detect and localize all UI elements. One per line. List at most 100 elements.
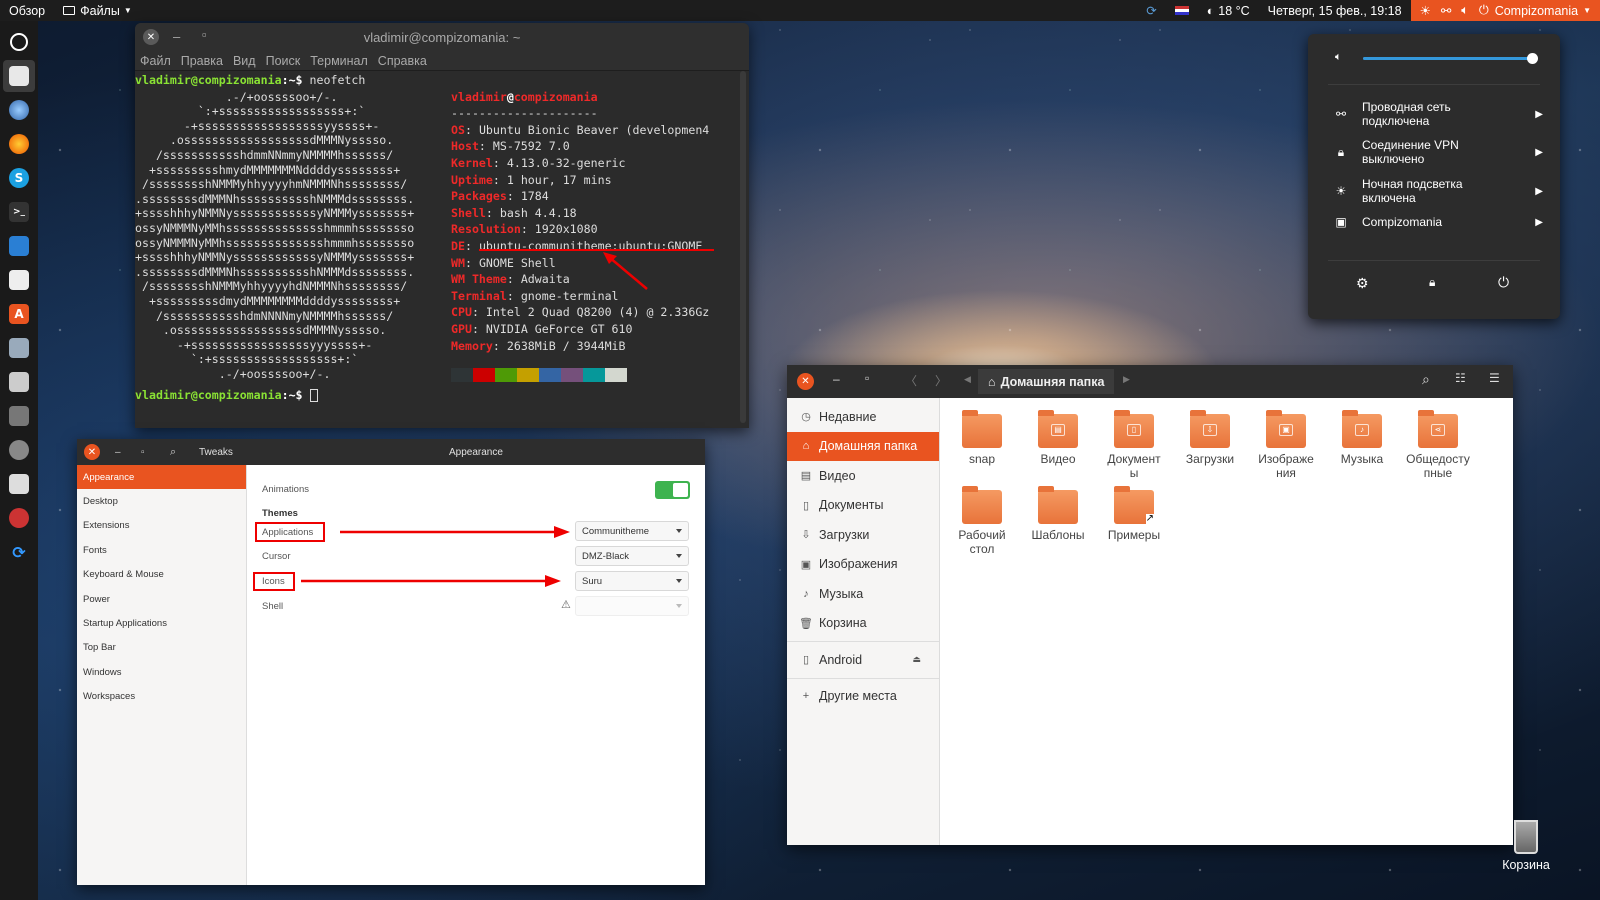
- forward-button[interactable]: 〉: [935, 372, 947, 389]
- sidebar-item-documents[interactable]: ▯ Документы: [787, 491, 939, 521]
- cursor-combo[interactable]: DMZ-Black: [575, 546, 689, 566]
- files-headerbar[interactable]: ✕ – ▫ 〈 〉 ◀ ⌂ Домашняя папка ▶ ⌕ ☷ ☰: [787, 365, 1513, 398]
- app-indicator-icon[interactable]: ⟳: [1137, 0, 1165, 21]
- search-icon[interactable]: ⌕: [1422, 371, 1430, 388]
- shell-combo[interactable]: [575, 596, 689, 616]
- terminal-menu-view[interactable]: Вид: [228, 54, 261, 68]
- applications-combo[interactable]: Communitheme: [575, 521, 689, 541]
- sidebar-item-fonts[interactable]: Fonts: [77, 538, 246, 562]
- clock[interactable]: Четверг, 15 фев., 19:18: [1259, 0, 1411, 21]
- dock-image-viewer[interactable]: [3, 332, 35, 364]
- search-icon[interactable]: ⌕: [170, 446, 176, 459]
- terminal-menu-search[interactable]: Поиск: [261, 54, 306, 68]
- file-item[interactable]: ♪МузыкаМузыка: [1326, 410, 1398, 466]
- sidebar-item-music[interactable]: ♪ Музыка: [787, 579, 939, 609]
- dock-browser[interactable]: [3, 94, 35, 126]
- icons-combo[interactable]: Suru: [575, 571, 689, 591]
- volume-slider-knob[interactable]: [1527, 53, 1538, 64]
- terminal-output[interactable]: vladimir@compizomania:~$ neofetch .-/+oo…: [135, 71, 749, 402]
- dock-terminal[interactable]: >_: [3, 196, 35, 228]
- system-menu-item[interactable]: ☀ Ночная подсветка включена ▶: [1333, 177, 1543, 205]
- close-button[interactable]: ✕: [84, 444, 100, 460]
- terminal-titlebar[interactable]: ✕ – ▫ vladimir@compizomania: ~: [135, 23, 749, 51]
- sidebar-item-appearance[interactable]: Appearance: [77, 465, 246, 490]
- path-left-arrow[interactable]: ◀: [964, 374, 971, 385]
- maximize-button[interactable]: ▫: [865, 371, 869, 385]
- dock-ubuntu-logo[interactable]: [3, 26, 35, 58]
- file-item[interactable]: ⋖ОбщедоступныеОбщедоступные: [1402, 410, 1474, 480]
- dock-compiz[interactable]: ⟳: [3, 536, 35, 568]
- sidebar-item-recent[interactable]: ◷ Недавние: [787, 402, 939, 432]
- file-item[interactable]: Рабочий столРабочийстол: [946, 486, 1018, 556]
- close-button[interactable]: ✕: [143, 29, 159, 45]
- terminal-scrollbar[interactable]: [740, 71, 746, 423]
- desktop-trash[interactable]: Корзина: [1500, 820, 1552, 872]
- minimize-button[interactable]: –: [115, 447, 121, 458]
- lock-button[interactable]: 🔒︎: [1429, 275, 1435, 290]
- sidebar-item-videos[interactable]: ▤ Видео: [787, 461, 939, 491]
- eject-icon[interactable]: ⏏: [912, 654, 921, 665]
- keyboard-layout-icon[interactable]: [1166, 0, 1198, 21]
- dock-skype[interactable]: S: [3, 162, 35, 194]
- sidebar-item-workspaces[interactable]: Workspaces: [77, 685, 246, 709]
- maximize-button[interactable]: ▫: [202, 27, 207, 42]
- dock-files[interactable]: [3, 60, 35, 92]
- sidebar-item-startup[interactable]: Startup Applications: [77, 611, 246, 635]
- info-key: Terminal: [451, 288, 507, 303]
- sidebar-item-windows[interactable]: Windows: [77, 660, 246, 684]
- sidebar-item-pictures[interactable]: ▣ Изображения: [787, 550, 939, 580]
- terminal-menu-file[interactable]: Файл: [135, 54, 176, 68]
- file-item[interactable]: snapsnap: [946, 410, 1018, 466]
- sidebar-item-extensions[interactable]: Extensions: [77, 514, 246, 538]
- terminal-menu-edit[interactable]: Правка: [176, 54, 228, 68]
- file-item[interactable]: ▣ИзображенияИзображения: [1250, 410, 1322, 480]
- activities-button[interactable]: Обзор: [0, 0, 54, 21]
- tweaks-headerbar[interactable]: ✕ – ▫ ⌕ Tweaks Appearance: [77, 439, 705, 465]
- sidebar-item-power[interactable]: Power: [77, 587, 246, 611]
- sidebar-item-keyboard-mouse[interactable]: Keyboard & Mouse: [77, 563, 246, 587]
- dock-app[interactable]: [3, 468, 35, 500]
- dock-text-editor[interactable]: [3, 264, 35, 296]
- sidebar-item-home[interactable]: ⌂ Домашняя папка: [787, 431, 939, 461]
- dock-firefox[interactable]: [3, 128, 35, 160]
- path-bar-current[interactable]: ⌂ Домашняя папка: [978, 369, 1115, 394]
- system-menu-button[interactable]: ☀ ⚯ 🔈︎ ⏻ Compizomania ▼: [1410, 0, 1600, 21]
- dock-camera[interactable]: [3, 400, 35, 432]
- power-off-button[interactable]: ⏻: [1498, 274, 1509, 291]
- sidebar-item-top-bar[interactable]: Top Bar: [77, 636, 246, 660]
- terminal-menu-help[interactable]: Справка: [373, 54, 432, 68]
- path-right-arrow[interactable]: ▶: [1123, 374, 1130, 385]
- system-menu-item[interactable]: 🔒︎ Соединение VPN выключено ▶: [1333, 138, 1543, 166]
- file-item[interactable]: ↗ПримерыПримеры: [1098, 486, 1170, 542]
- app-menu[interactable]: Файлы ▼: [54, 0, 141, 21]
- back-button[interactable]: 〈: [905, 372, 917, 389]
- sidebar-item-other-places[interactable]: + Другие места: [787, 682, 939, 712]
- dock-software[interactable]: A: [3, 298, 35, 330]
- maximize-button[interactable]: ▫: [141, 447, 145, 458]
- sidebar-item-android[interactable]: ▯ Android ⏏: [787, 645, 939, 675]
- sidebar-item-desktop[interactable]: Desktop: [77, 489, 246, 513]
- volume-slider[interactable]: [1363, 53, 1538, 64]
- dock-screenshot[interactable]: [3, 366, 35, 398]
- hamburger-menu-icon[interactable]: ☰: [1489, 371, 1500, 385]
- minimize-button[interactable]: –: [833, 372, 840, 386]
- dock-update[interactable]: [3, 502, 35, 534]
- file-item[interactable]: ⇩ЗагрузкиЗагрузки: [1174, 410, 1246, 466]
- file-item[interactable]: ШаблоныШаблоны: [1022, 486, 1094, 542]
- system-menu-item[interactable]: ▣ Compizomania ▶: [1333, 215, 1543, 229]
- view-list-icon[interactable]: ☷: [1455, 371, 1466, 385]
- sidebar-item-downloads[interactable]: ⇩ Загрузки: [787, 520, 939, 550]
- dock-writer[interactable]: [3, 230, 35, 262]
- minimize-button[interactable]: –: [173, 29, 180, 44]
- animations-toggle[interactable]: [655, 481, 690, 499]
- settings-button[interactable]: ⚙: [1356, 275, 1369, 292]
- dock-settings[interactable]: [3, 434, 35, 466]
- info-value: Adwaita: [520, 272, 570, 287]
- terminal-menu-terminal[interactable]: Терминал: [305, 54, 373, 68]
- sidebar-item-trash[interactable]: 🗑︎ Корзина: [787, 609, 939, 639]
- weather-indicator[interactable]: ◐ 18 °C: [1198, 0, 1259, 21]
- file-item[interactable]: ▤ВидеоВидео: [1022, 410, 1094, 466]
- system-menu-item[interactable]: ⚯ Проводная сеть подключена ▶: [1333, 100, 1543, 128]
- file-item[interactable]: ▯ДокументыДокументы: [1098, 410, 1170, 480]
- close-button[interactable]: ✕: [797, 373, 814, 390]
